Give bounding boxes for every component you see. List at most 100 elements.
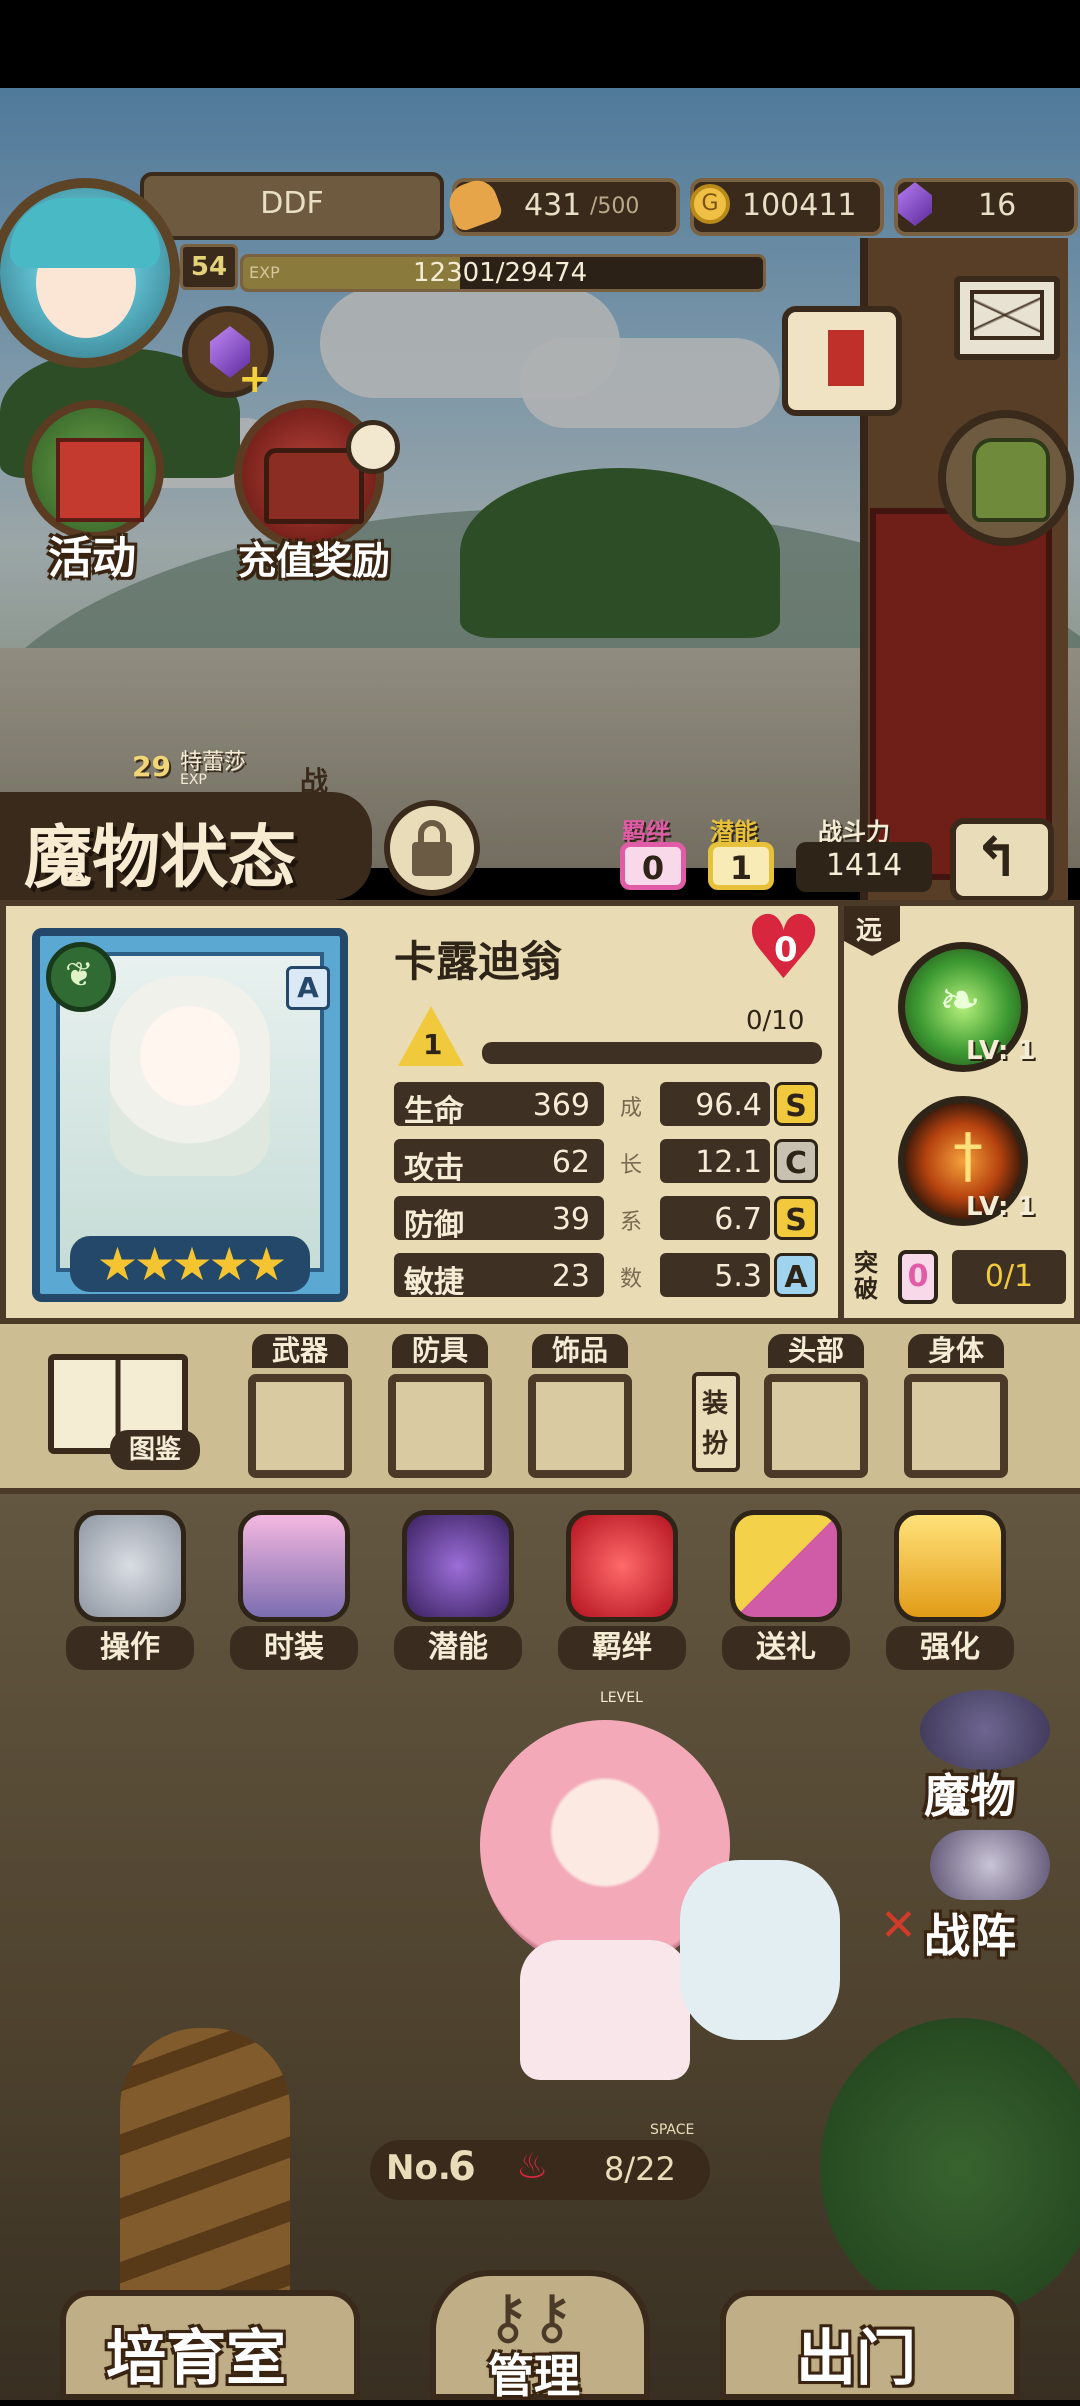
gold-coin-icon: G <box>690 184 730 224</box>
action-button-6[interactable]: 强化 <box>880 1504 1020 1674</box>
nav-breeding-room-label: 培育室 <box>106 2324 286 2394</box>
equipment-slot-box[interactable] <box>388 1374 492 1478</box>
stamina-max: /500 <box>590 194 640 219</box>
player-name-plate: DDF <box>140 172 444 240</box>
mail-button[interactable] <box>954 276 1060 360</box>
bond-value-box: 0 <box>620 842 686 890</box>
monster-character[interactable]: LEVEL <box>440 1690 860 2090</box>
heart-value: 0 <box>774 930 798 970</box>
action-button-row: 操作 时装 潜能 羁绊 送礼 强化 <box>0 1504 1080 1684</box>
panel-title-plate: 魔物状态 <box>0 792 372 900</box>
flame-icon: ♨ <box>516 2146 549 2187</box>
exp-text: 12301/29474 <box>413 258 588 288</box>
gear-icon <box>74 1510 186 1622</box>
growth-value: 6.7 <box>714 1202 762 1237</box>
stat-label: 防御 <box>404 1208 464 1243</box>
leaf-glyph: ❦ <box>65 955 94 995</box>
skill-1-level: LV: 1 <box>966 1036 1036 1066</box>
potential-value-box: 1 <box>708 842 774 890</box>
purple-gem-icon <box>898 182 932 226</box>
action-label: 羁绊 <box>558 1626 686 1670</box>
action-button-4[interactable]: 羁绊 <box>552 1504 692 1674</box>
field-monster-exp-label: EXP <box>180 772 207 788</box>
stamina-pill[interactable]: 431 /500 <box>443 175 680 236</box>
upgrade-arrows-icon <box>894 1510 1006 1622</box>
bottom-nav: 培育室 ⚷⚷ 管理 出门 <box>0 2260 1080 2403</box>
equipment-slot[interactable]: 武器 <box>244 1334 356 1490</box>
gem-pill[interactable]: 16 <box>894 178 1078 236</box>
character-body <box>520 1940 690 2080</box>
action-label: 时装 <box>230 1626 358 1670</box>
growth-box: 5.3 <box>660 1253 770 1297</box>
quest-scroll-button[interactable] <box>770 296 920 436</box>
action-button-1[interactable]: 操作 <box>60 1504 200 1674</box>
equipment-slot-box[interactable] <box>764 1374 868 1478</box>
formation-menu-label: 战阵 <box>924 1909 1016 1963</box>
nav-go-out[interactable]: 出门 <box>720 2290 1020 2400</box>
nav-manage-label: 管理 <box>488 2349 580 2403</box>
space-label: SPACE <box>650 2122 695 2138</box>
equipment-slot-label: 饰品 <box>532 1334 628 1368</box>
power-value: 1414 <box>825 848 903 883</box>
action-label: 潜能 <box>394 1626 522 1670</box>
heart-badge: ♥ 0 <box>744 904 828 994</box>
equipment-slot-box[interactable] <box>528 1374 632 1478</box>
lock-button[interactable] <box>384 800 480 896</box>
formation-menu-button[interactable]: ✕ 战阵 <box>880 1830 1070 1963</box>
breakthrough-row: 突破 0 0/1 <box>854 1246 1074 1310</box>
avatar-hair <box>10 198 160 268</box>
range-label: 远 <box>856 916 883 946</box>
plus-progress-text: 0/10 <box>746 1006 805 1036</box>
monster-card[interactable]: ❦ A ★★★★★ <box>32 928 348 1302</box>
skills-column: 远 ❧ LV: 1 † LV: 1 突破 0 0/1 <box>838 906 1074 1324</box>
gold-value: 100411 <box>742 188 857 223</box>
action-button-3[interactable]: 潜能 <box>388 1504 528 1674</box>
growth-box: 96.4 <box>660 1082 770 1126</box>
monster-menu-button[interactable]: 魔物 <box>880 1690 1070 1823</box>
stat-box: 生命 369 <box>394 1082 604 1129</box>
equipment-slot-box[interactable] <box>904 1374 1008 1478</box>
stat-box: 攻击 62 <box>394 1139 604 1186</box>
potential-value: 1 <box>729 849 753 887</box>
space-value: 8/22 <box>604 2150 676 2188</box>
nav-breeding-room[interactable]: 培育室 <box>60 2290 360 2400</box>
codex-button[interactable]: 图鉴 <box>40 1354 200 1474</box>
clock-icon <box>346 420 400 474</box>
activity-button[interactable]: 活动 <box>14 400 174 584</box>
nav-manage[interactable]: ⚷⚷ 管理 <box>430 2270 650 2403</box>
equipment-slot[interactable]: 防具 <box>384 1334 496 1490</box>
equipment-slot[interactable]: 饰品 <box>524 1334 636 1490</box>
plus-level-badge: 1 <box>398 1006 464 1066</box>
system-status-bar <box>0 0 1080 88</box>
equipment-slot-label: 身体 <box>908 1334 1004 1368</box>
action-label: 操作 <box>66 1626 194 1670</box>
stat-label: 敏捷 <box>404 1265 464 1300</box>
growth-char: 系 <box>620 1210 643 1235</box>
level-tag-text: LEVEL <box>600 1690 643 1706</box>
action-button-2[interactable]: 时装 <box>224 1504 364 1674</box>
equipment-slot[interactable]: 头部 <box>760 1334 872 1490</box>
backpack-button[interactable] <box>938 410 1074 546</box>
range-tag: 远 <box>844 906 900 956</box>
grade-letter: C <box>784 1146 808 1181</box>
stats-table: 生命 369 成 96.4 S 攻击 62 长 12.1 C 防御 39 系 6… <box>394 1082 824 1312</box>
monster-status-panel: ❦ A ★★★★★ 卡露迪翁 ♥ 0 1 0/10 生命 369 成 96.4 … <box>0 900 1080 1324</box>
power-value-box: 1414 <box>796 842 932 892</box>
scroll-icon <box>782 306 902 416</box>
equipment-bar: 图鉴 武器 防具 饰品 头部 身体 装扮 <box>0 1324 1080 1494</box>
potential-tag: 潜能 1 <box>706 812 780 890</box>
equipment-slot[interactable]: 身体 <box>900 1334 1012 1490</box>
equipment-slot-box[interactable] <box>248 1374 352 1478</box>
add-gem-button[interactable]: + <box>182 306 274 402</box>
bond-tag: 羁绊 0 <box>618 812 692 890</box>
player-level-badge: 54 <box>180 244 238 290</box>
back-button[interactable]: ↰ <box>950 818 1054 902</box>
gold-pill[interactable]: G 100411 <box>690 178 884 236</box>
dress-up-tag[interactable]: 装扮 <box>692 1372 740 1472</box>
recharge-reward-button[interactable]: 充值奖励 <box>224 400 404 583</box>
hearts-icon <box>566 1510 678 1622</box>
mail-envelope-icon <box>970 290 1044 340</box>
grade-letter: S <box>785 1089 807 1124</box>
monster-portrait <box>110 976 270 1176</box>
action-button-5[interactable]: 送礼 <box>716 1504 856 1674</box>
